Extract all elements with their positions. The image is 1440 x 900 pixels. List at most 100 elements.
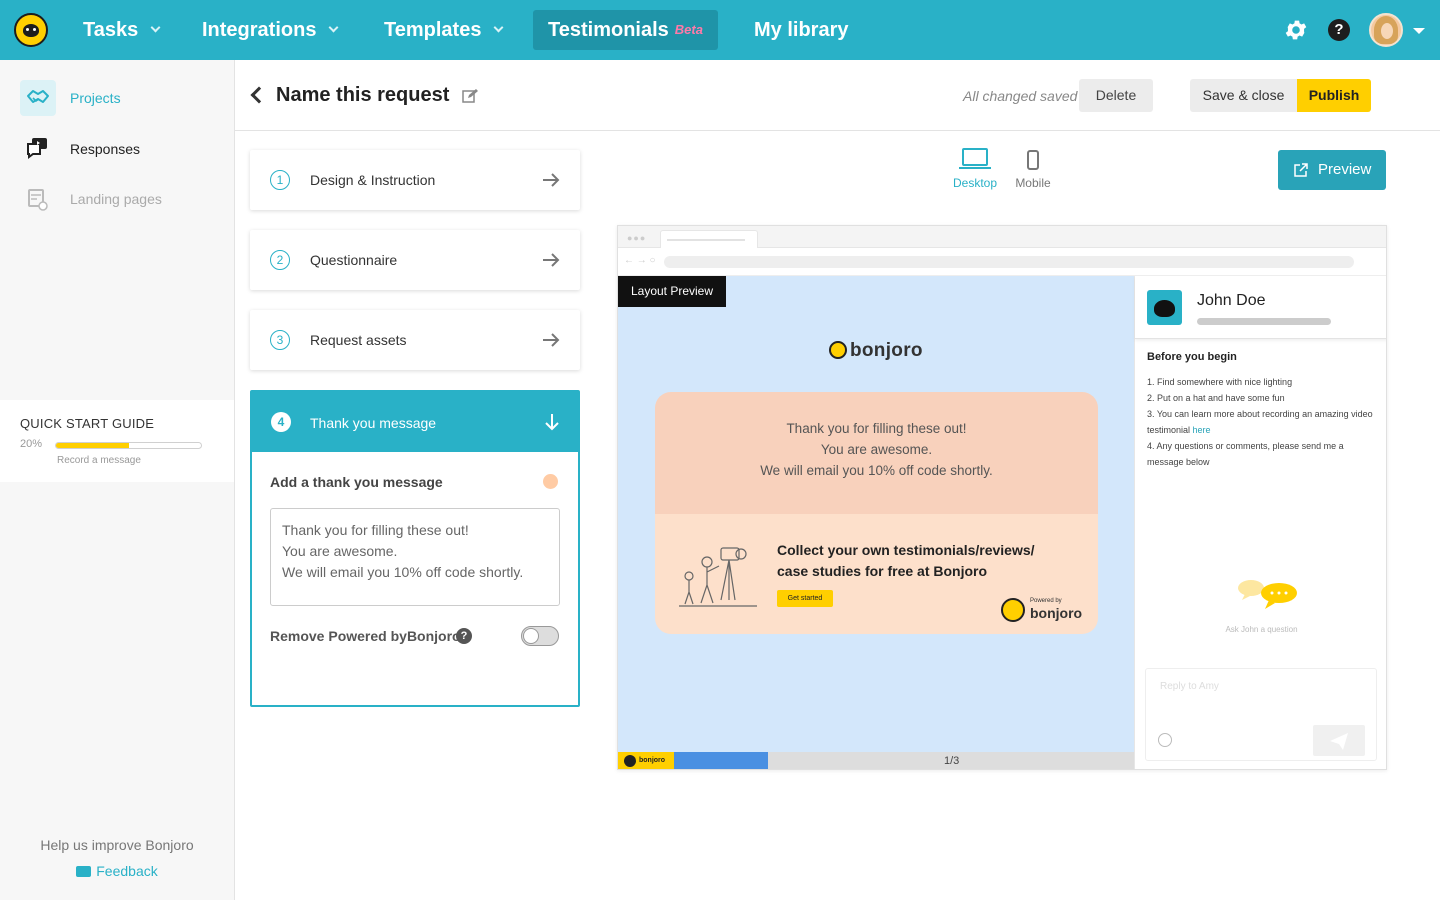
quick-start-percent: 20%: [20, 438, 43, 450]
step-label: Request assets: [310, 332, 407, 348]
window-dots-icon: ●●●: [627, 233, 647, 243]
quick-start-guide[interactable]: QUICK START GUIDE 20% Record a message: [0, 400, 234, 482]
nav-testimonials[interactable]: Testimonials Beta: [533, 10, 718, 50]
quick-start-progress-fill: [56, 443, 129, 448]
before-you-begin-title: Before you begin: [1147, 351, 1237, 363]
step-design-instruction[interactable]: 1 Design & Instruction: [250, 150, 580, 210]
chat-panel: John Doe Before you begin 1. Find somewh…: [1134, 276, 1386, 769]
reply-box[interactable]: Reply to Amy: [1145, 668, 1377, 761]
gear-icon[interactable]: [1283, 17, 1309, 43]
laptop-icon: [959, 148, 991, 170]
status-dot: [543, 474, 558, 489]
layout-preview-badge: Layout Preview: [618, 276, 726, 307]
sidebar: Projects Responses Landing pages QUICK S…: [0, 60, 235, 900]
save-status: All changed saved: [963, 88, 1078, 104]
camera-crew-illustration: [679, 547, 757, 607]
delete-button[interactable]: Delete: [1079, 79, 1153, 112]
avatar[interactable]: [1369, 13, 1403, 47]
nav-integrations[interactable]: Integrations: [202, 10, 339, 50]
thank-you-card: Thank you for filling these out! You are…: [655, 392, 1098, 634]
promo-headline: Collect your own testimonials/reviews/ c…: [777, 542, 1035, 579]
browser-nav-icon: ← → ○: [624, 255, 656, 266]
help-improve-text: Help us improve Bonjoro: [40, 837, 194, 853]
browser-address-bar: ← → ○: [618, 248, 1386, 276]
layout-preview-frame: ●●● ← → ○ Layout Preview bonjoro Thank y…: [617, 225, 1387, 770]
list-item: 1. Find somewhere with nice lighting: [1147, 377, 1293, 387]
step-questionnaire[interactable]: 2 Questionnaire: [250, 230, 580, 290]
quick-start-title: QUICK START GUIDE: [20, 416, 155, 431]
list-item: 2. Put on a hat and have some fun: [1147, 393, 1285, 403]
top-nav: Tasks Integrations Templates Testimonial…: [0, 0, 1440, 60]
video-chat-icon: [20, 131, 56, 167]
arrow-right-icon: [543, 333, 560, 347]
step-thank-you-message: 4 Thank you message Add a thank you mess…: [250, 390, 580, 707]
step-label: Design & Instruction: [310, 172, 436, 188]
sidebar-item-label: Landing pages: [70, 191, 162, 207]
chevron-down-icon: [329, 22, 339, 33]
url-placeholder: [664, 256, 1354, 268]
thank-you-textarea[interactable]: [270, 508, 560, 606]
chat-contact-name: John Doe: [1197, 292, 1266, 309]
nav-templates[interactable]: Templates: [384, 10, 504, 50]
nav-tasks[interactable]: Tasks: [83, 10, 161, 50]
feedback-link[interactable]: Feedback: [0, 863, 234, 879]
edit-icon[interactable]: [462, 88, 478, 104]
device-mobile[interactable]: Mobile: [1003, 148, 1063, 190]
bonjoro-logo: bonjoro: [829, 338, 923, 362]
chevron-down-icon: [494, 22, 504, 33]
send-icon: [1330, 733, 1348, 750]
reply-placeholder: Reply to Amy: [1160, 681, 1219, 692]
chat-avatar: [1147, 290, 1182, 325]
chat-header: John Doe: [1135, 276, 1386, 339]
step-request-assets[interactable]: 3 Request assets: [250, 310, 580, 370]
phone-icon: [1027, 150, 1039, 170]
feedback-icon: [76, 866, 92, 877]
browser-tab-bar: ●●●: [618, 226, 1386, 248]
help-icon[interactable]: ?: [1328, 19, 1350, 41]
step-number: 3: [270, 330, 290, 350]
list-item: 3. You can learn more about recording an…: [1147, 409, 1373, 435]
remove-powered-toggle[interactable]: [521, 626, 559, 646]
arrow-right-icon: [543, 253, 560, 267]
landing-page-icon: [20, 181, 56, 217]
step-header[interactable]: 4 Thank you message: [252, 392, 578, 452]
remove-powered-label: Remove Powered byBonjoro: [270, 628, 461, 644]
browser-tab: [660, 230, 758, 248]
caret-down-icon[interactable]: [1413, 28, 1425, 34]
arrow-down-icon: [545, 414, 559, 431]
quick-start-progress: [55, 442, 202, 449]
request-title[interactable]: Name this request: [276, 84, 449, 107]
sidebar-item-responses[interactable]: Responses: [20, 131, 220, 167]
thank-you-field-label: Add a thank you message: [270, 474, 443, 490]
bear-logo-icon[interactable]: [14, 13, 48, 47]
bear-logo-icon: [829, 341, 847, 359]
chat-subtitle-placeholder: [1197, 318, 1331, 325]
handshake-icon: [20, 80, 56, 116]
chat-bubbles-icon: [1238, 580, 1297, 609]
back-icon[interactable]: [250, 86, 268, 104]
device-desktop[interactable]: Desktop: [945, 148, 1005, 190]
preview-button[interactable]: Preview: [1278, 150, 1386, 190]
sidebar-item-label: Projects: [70, 90, 121, 106]
here-link[interactable]: here: [1193, 425, 1211, 435]
get-started-button[interactable]: Get started: [777, 590, 833, 607]
ask-question-text: Ask John a question: [1225, 625, 1298, 634]
beta-badge: Beta: [674, 22, 703, 37]
nav-my-library[interactable]: My library: [754, 10, 848, 50]
question-icon[interactable]: ?: [456, 628, 472, 644]
step-number: 1: [270, 170, 290, 190]
save-close-button[interactable]: Save & close: [1190, 79, 1297, 112]
publish-button[interactable]: Publish: [1297, 79, 1371, 112]
page-indicator: 1/3: [944, 755, 960, 767]
step-label: Thank you message: [310, 415, 437, 431]
quick-start-next-step: Record a message: [57, 455, 141, 466]
sidebar-item-label: Responses: [70, 141, 141, 157]
sidebar-item-landing-pages[interactable]: Landing pages: [20, 181, 220, 217]
step-label: Questionnaire: [310, 252, 398, 268]
sidebar-item-projects[interactable]: Projects: [20, 80, 220, 116]
smile-icon[interactable]: [1158, 733, 1172, 747]
bear-logo-icon: [1001, 598, 1025, 622]
preview-progress-bar: [674, 752, 769, 769]
send-button[interactable]: [1313, 725, 1365, 756]
preview-footer: bonjoro 1/3: [618, 752, 1134, 769]
